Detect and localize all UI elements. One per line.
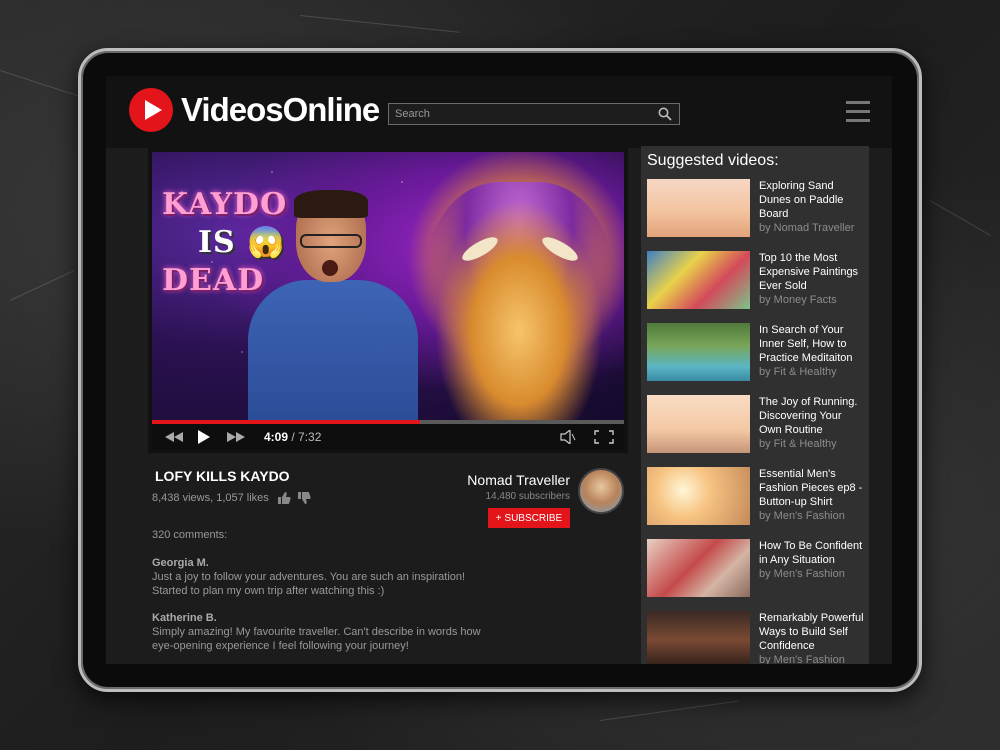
subscriber-count: 14,480 subscribers xyxy=(485,491,571,502)
video-player[interactable]: KAYDO IS 😱 DEAD 4:09 / 7:32 xyxy=(148,148,628,453)
duration: 7:32 xyxy=(298,430,322,444)
thumbnail-man-figure xyxy=(248,190,418,420)
comment-text: Just a joy to follow your adventures. Yo… xyxy=(152,571,466,597)
fast-forward-icon[interactable] xyxy=(226,431,246,443)
comment-text: Simply amazing! My favourite traveller. … xyxy=(152,626,481,652)
suggested-video[interactable]: Top 10 the Most Expensive Paintings Ever… xyxy=(647,251,867,311)
channel-name[interactable]: Nomad Traveller xyxy=(446,472,570,488)
suggested-video-title: Essential Men's Fashion Pieces ep8 - But… xyxy=(759,468,863,508)
suggested-video-channel: by Fit & Healthy xyxy=(759,438,837,450)
suggested-video-text[interactable]: Exploring Sand Dunes on Paddle Board by … xyxy=(759,179,865,235)
current-time: 4:09 xyxy=(264,430,289,444)
background-vein xyxy=(299,15,460,33)
search-box xyxy=(388,103,680,125)
logo[interactable]: VideosOnline xyxy=(129,88,380,132)
suggested-video-thumbnail[interactable] xyxy=(647,323,750,381)
suggested-video[interactable]: In Search of Your Inner Self, How to Pra… xyxy=(647,323,867,383)
background-vein xyxy=(0,70,86,99)
suggested-video-thumbnail[interactable] xyxy=(647,539,750,597)
channel-info: Nomad Traveller 14,480 subscribers xyxy=(446,472,570,502)
suggested-video-title: In Search of Your Inner Self, How to Pra… xyxy=(759,324,853,364)
background-vein xyxy=(599,700,739,721)
thumbnail-monster-figure xyxy=(424,182,614,420)
sidebar-title: Suggested videos: xyxy=(647,152,779,169)
rewind-icon[interactable] xyxy=(164,431,184,443)
header: VideosOnline xyxy=(106,76,892,148)
suggested-video-channel: by Fit & Healthy xyxy=(759,366,837,378)
suggested-video-text[interactable]: Top 10 the Most Expensive Paintings Ever… xyxy=(759,251,865,307)
time-display: 4:09 / 7:32 xyxy=(264,430,322,444)
background-vein xyxy=(9,270,74,301)
suggested-video[interactable]: Remarkably Powerful Ways to Build Self C… xyxy=(647,611,867,664)
suggested-video-text[interactable]: In Search of Your Inner Self, How to Pra… xyxy=(759,323,865,379)
suggested-video[interactable]: Exploring Sand Dunes on Paddle Board by … xyxy=(647,179,867,239)
suggested-video-title: Exploring Sand Dunes on Paddle Board xyxy=(759,180,844,220)
video-stats: 8,438 views, 1,057 likes xyxy=(152,491,311,505)
suggested-video-thumbnail[interactable] xyxy=(647,179,750,237)
channel-avatar[interactable] xyxy=(578,468,624,514)
suggested-video[interactable]: Essential Men's Fashion Pieces ep8 - But… xyxy=(647,467,867,527)
volume-icon[interactable] xyxy=(560,430,576,444)
views-likes-text: 8,438 views, 1,057 likes xyxy=(152,492,269,504)
suggested-videos-panel: Suggested videos: Exploring Sand Dunes o… xyxy=(641,146,869,664)
comment-author[interactable]: Katherine B. xyxy=(152,611,492,625)
suggested-video-thumbnail[interactable] xyxy=(647,395,750,453)
suggested-video-channel: by Men's Fashion xyxy=(759,510,845,522)
suggested-video-title: Remarkably Powerful Ways to Build Self C… xyxy=(759,612,864,652)
comment-author[interactable]: Georgia M. xyxy=(152,556,492,570)
suggested-video-title: How To Be Confident in Any Situation xyxy=(759,540,863,566)
suggested-video-channel: by Money Facts xyxy=(759,294,837,306)
play-logo-icon xyxy=(129,88,173,132)
suggested-video-text[interactable]: How To Be Confident in Any Situation by … xyxy=(759,539,865,581)
suggested-video-title: Top 10 the Most Expensive Paintings Ever… xyxy=(759,252,859,292)
suggested-video-text[interactable]: Essential Men's Fashion Pieces ep8 - But… xyxy=(759,467,865,523)
logo-text: VideosOnline xyxy=(181,91,380,128)
suggested-video[interactable]: How To Be Confident in Any Situation by … xyxy=(647,539,867,599)
hamburger-menu-icon[interactable] xyxy=(846,101,870,125)
thumbs-up-icon[interactable] xyxy=(277,491,291,505)
suggested-video-thumbnail[interactable] xyxy=(647,611,750,664)
suggested-video-thumbnail[interactable] xyxy=(647,251,750,309)
comments-count: 320 comments: xyxy=(152,529,228,541)
suggested-video-channel: by Men's Fashion xyxy=(759,568,845,580)
search-input[interactable] xyxy=(389,104,647,124)
player-controls: 4:09 / 7:32 xyxy=(152,424,624,450)
comment: Katherine B. Simply amazing! My favourit… xyxy=(152,611,492,653)
suggested-video-thumbnail[interactable] xyxy=(647,467,750,525)
suggested-video-channel: by Nomad Traveller xyxy=(759,222,855,234)
subscribe-button[interactable]: + SUBSCRIBE xyxy=(488,508,570,528)
suggested-video-title: The Joy of Running. Discovering Your Own… xyxy=(759,396,858,436)
app-screen: VideosOnline KAYDO IS 😱 DEAD xyxy=(106,76,892,664)
fullscreen-icon[interactable] xyxy=(594,430,614,444)
background-vein xyxy=(929,200,991,236)
video-frame[interactable]: KAYDO IS 😱 DEAD xyxy=(152,152,624,420)
thumbs-down-icon[interactable] xyxy=(297,491,311,505)
search-icon[interactable] xyxy=(658,107,672,121)
suggested-video-text[interactable]: Remarkably Powerful Ways to Build Self C… xyxy=(759,611,865,664)
video-title: LOFY KILLS KAYDO xyxy=(155,468,290,484)
suggested-video[interactable]: The Joy of Running. Discovering Your Own… xyxy=(647,395,867,455)
suggested-video-text[interactable]: The Joy of Running. Discovering Your Own… xyxy=(759,395,865,451)
comment: Georgia M. Just a joy to follow your adv… xyxy=(152,556,492,598)
suggested-video-channel: by Men's Fashion xyxy=(759,654,845,664)
play-icon[interactable] xyxy=(198,430,210,444)
